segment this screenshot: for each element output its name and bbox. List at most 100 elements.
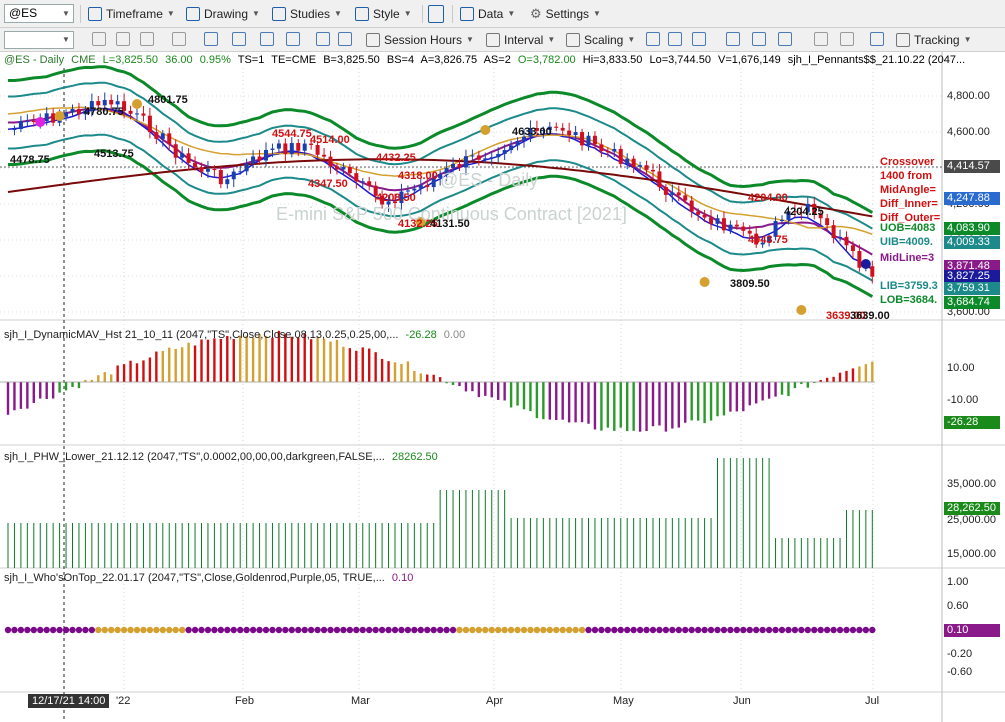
candle-body <box>147 115 152 133</box>
save-icon[interactable] <box>338 32 352 46</box>
indicator3-pill: 0.10 <box>944 624 1000 637</box>
session-hours-button[interactable]: Session Hours ▼ <box>366 28 474 51</box>
histogram-bar <box>6 382 10 415</box>
style-button[interactable]: Style ▼ <box>355 0 412 27</box>
data-window-icon[interactable] <box>316 32 330 46</box>
histogram-bar <box>432 374 435 382</box>
candle-body <box>502 150 507 154</box>
price-annotation: 4131.50 <box>430 218 470 230</box>
timeframe-button[interactable]: Timeframe ▼ <box>88 0 175 27</box>
grid-icon[interactable] <box>172 32 186 46</box>
histogram-bar <box>477 382 481 398</box>
whos-on-top-dot <box>791 626 799 634</box>
status-change-pct: 0.95% <box>199 54 231 66</box>
histogram-bar <box>535 382 539 419</box>
chart-canvas[interactable] <box>0 52 1005 722</box>
histogram-bar <box>206 339 210 382</box>
drawing-button[interactable]: Drawing ▼ <box>186 0 260 27</box>
histogram-bar <box>77 382 81 389</box>
candle-body <box>199 167 204 172</box>
status-open: O=3,782.00 <box>517 54 576 66</box>
area-chart-icon[interactable] <box>286 32 300 46</box>
chevron-down-icon[interactable]: ▼ <box>62 35 70 44</box>
scaling-button[interactable]: Scaling ▼ <box>566 28 635 51</box>
price-annotation: 4478.75 <box>10 154 50 166</box>
tracking-button[interactable]: Tracking ▼ <box>896 28 972 51</box>
histogram-bar <box>471 382 474 392</box>
histogram-bar <box>761 382 764 401</box>
chart-area[interactable]: @ES - Daily E-mini S&P 500 Continuous Co… <box>0 52 1005 722</box>
histogram-bar <box>122 364 126 382</box>
candle-body <box>657 171 662 188</box>
interval-icon <box>486 32 500 47</box>
whos-on-top-dot <box>585 626 592 634</box>
whos-on-top-dot <box>385 626 392 634</box>
candle-body <box>270 148 275 150</box>
whos-on-top-dot <box>372 626 379 634</box>
settings-button[interactable]: ⚙ Settings ▼ <box>530 0 601 27</box>
status-volume: V=1,676,149 <box>718 54 781 66</box>
zoom-out-icon[interactable] <box>840 32 854 46</box>
chart-icon[interactable] <box>140 32 154 46</box>
candle-body <box>257 156 262 161</box>
screen-icon[interactable] <box>870 32 884 46</box>
candle-body <box>857 251 862 268</box>
candle-body <box>734 224 739 227</box>
histogram-bar <box>103 372 106 382</box>
candle-body <box>109 99 114 105</box>
histogram-bar <box>155 351 158 382</box>
speed-icon[interactable] <box>204 32 218 46</box>
compress-bars-icon[interactable] <box>726 32 740 46</box>
histogram-bar <box>696 382 700 421</box>
candle-style-icon[interactable] <box>668 32 682 46</box>
status-ts: TS=1 <box>237 54 265 66</box>
indicator2-title[interactable]: sjh_I_PHW_Lower_21.12.12 (2047,"TS",0.00… <box>4 451 438 463</box>
candle-body <box>102 99 107 106</box>
whos-on-top-dot <box>817 626 824 634</box>
fit-icon[interactable] <box>778 32 792 46</box>
link-button[interactable] <box>428 0 444 27</box>
indicator3-title[interactable]: sjh_I_Who'sOnTop_22.01.17 (2047,"TS",Clo… <box>4 572 413 584</box>
expand-bars-icon[interactable] <box>752 32 766 46</box>
histogram-bar <box>329 341 332 382</box>
histogram-bar <box>316 336 319 382</box>
whos-on-top-dot <box>772 626 779 634</box>
whos-on-top-dot <box>172 626 179 634</box>
whos-on-top-dot <box>398 626 405 634</box>
histogram-bar <box>458 382 461 387</box>
whos-on-top-dot <box>404 626 412 634</box>
indicator1-title[interactable]: sjh_I_DynamicMAV_Hst 21_10_11 (2047,"TS"… <box>4 329 465 341</box>
whos-on-top-dot <box>288 626 295 634</box>
whos-on-top-dot <box>759 626 766 634</box>
signal-dot <box>54 111 65 121</box>
whos-on-top-dot <box>636 626 644 634</box>
zoom-icon[interactable] <box>116 32 130 46</box>
candle-body <box>741 226 746 231</box>
line-chart-icon[interactable] <box>260 32 274 46</box>
histogram-bar <box>226 335 229 382</box>
studies-button[interactable]: Studies ▼ <box>272 0 342 27</box>
symbol-dropdown-icon[interactable]: ▼ <box>62 9 70 18</box>
hollow-candle-icon[interactable] <box>692 32 706 46</box>
whos-on-top-dot <box>417 626 424 634</box>
separator <box>80 5 81 23</box>
data-button[interactable]: Data ▼ <box>460 0 515 27</box>
whos-on-top-dot <box>295 626 302 634</box>
histogram-bar <box>567 382 571 423</box>
bar-icon[interactable] <box>232 32 246 46</box>
whos-on-top-dot <box>166 626 173 634</box>
histogram-bar <box>606 382 610 428</box>
histogram-bar <box>297 337 300 382</box>
candle-body <box>128 110 133 114</box>
zoom-in-icon[interactable] <box>814 32 828 46</box>
whos-on-top-dot <box>82 626 89 634</box>
right-study-label: UIB=4009. <box>880 236 933 248</box>
histogram-bar <box>400 363 403 382</box>
candle-body <box>663 187 668 195</box>
interval-button[interactable]: Interval ▼ <box>486 28 555 51</box>
bar-style-icon[interactable] <box>646 32 660 46</box>
histogram-bar <box>484 382 487 396</box>
price-pill: 4,009.33 <box>944 236 1000 249</box>
whos-on-top-dot <box>24 626 31 634</box>
cursor-icon[interactable] <box>92 32 106 46</box>
